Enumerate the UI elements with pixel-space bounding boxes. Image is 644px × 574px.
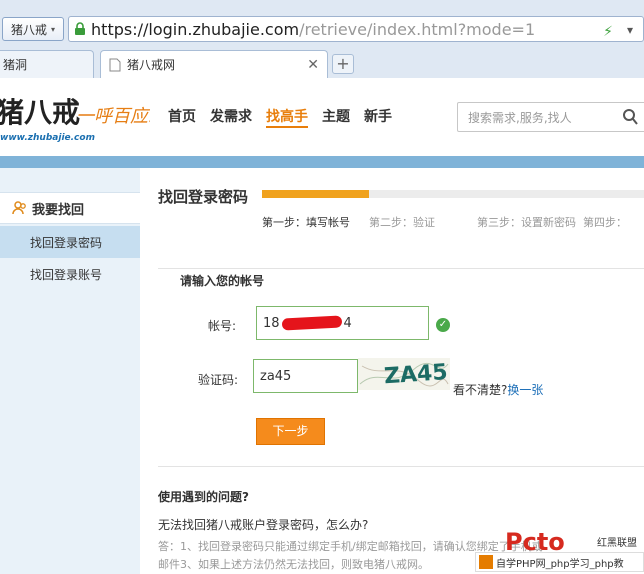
main-nav: 首页 发需求 找高手 主题 新手 xyxy=(168,106,392,128)
nav-topics[interactable]: 主题 xyxy=(322,106,350,128)
watermark-banner: 自学PHP网_php学习_php教 xyxy=(475,552,644,572)
php-icon xyxy=(479,555,493,569)
step-2: 第二步：验证 xyxy=(369,216,435,229)
sidebar-title: 我要找回 xyxy=(0,192,140,224)
captcha-input[interactable]: za45 xyxy=(253,359,358,393)
sidebar-item-label: 找回登录密码 xyxy=(30,235,103,250)
site-button-label: 猪八戒 xyxy=(11,22,48,37)
chevron-down-icon[interactable]: ▾ xyxy=(627,23,633,37)
step-list: 第一步：填写帐号 第二步：验证 第三步：设置新密码 第四步： xyxy=(262,214,644,230)
lightning-icon[interactable]: ⚡ xyxy=(603,24,613,40)
watermark-logo: Pcto 红黑联盟 xyxy=(505,528,637,554)
url-input[interactable]: https://login.zhubajie.com/retrieve/inde… xyxy=(68,16,644,42)
nav-find-expert[interactable]: 找高手 xyxy=(266,106,308,128)
account-label: 帐号: xyxy=(208,319,237,333)
watermark: Pcto 红黑联盟 自学PHP网_php学习_php教 xyxy=(475,528,644,574)
search-placeholder: 搜索需求,服务,找人 xyxy=(468,110,572,125)
page-title: 找回登录密码 xyxy=(158,188,249,206)
sidebar-title-label: 我要找回 xyxy=(32,202,85,218)
new-tab-button[interactable]: + xyxy=(332,54,354,74)
account-value-prefix: 18 xyxy=(263,315,280,331)
account-value-suffix: 4 xyxy=(343,315,352,331)
search-input[interactable]: 搜索需求,服务,找人 xyxy=(457,102,644,132)
refresh-prefix: 看不清楚? xyxy=(453,383,508,397)
check-icon: ✓ xyxy=(436,318,450,332)
divider xyxy=(158,466,644,467)
divider xyxy=(158,268,644,269)
search-icon[interactable] xyxy=(622,108,638,126)
page-icon xyxy=(109,58,121,71)
step-1: 第一步：填写帐号 xyxy=(262,216,350,229)
browser-chrome: 猪八戒 ▾ https://login.zhubajie.com/retriev… xyxy=(0,0,644,78)
sidebar-item-retrieve-account[interactable]: 找回登录账号 xyxy=(0,258,140,290)
svg-text:Pcto: Pcto xyxy=(505,528,565,554)
sidebar-item-label: 找回登录账号 xyxy=(30,267,103,282)
next-step-button[interactable]: 下一步 xyxy=(256,418,325,445)
logo-slogan: 一呼百应! xyxy=(76,106,150,127)
tab-label: 猪洞 xyxy=(3,58,28,72)
zhubajie-logo[interactable]: 猪八戒 www.zhubajie.com 一呼百应! xyxy=(0,88,150,148)
site-button[interactable]: 猪八戒 ▾ xyxy=(2,17,65,41)
tab-strip: 猪洞 猪八戒网 ✕ + xyxy=(0,48,644,78)
watermark-banner-text: 自学PHP网_php学习_php教 xyxy=(496,558,624,570)
sidebar-item-retrieve-password[interactable]: 找回登录密码 xyxy=(0,226,140,258)
nav-home[interactable]: 首页 xyxy=(168,106,196,128)
redacted-mark xyxy=(281,315,342,331)
account-input[interactable]: 18 4 xyxy=(256,306,429,340)
lock-icon xyxy=(75,22,86,35)
section-label: 请输入您的帐号 xyxy=(180,274,265,288)
users-icon xyxy=(12,201,26,215)
refresh-link[interactable]: 换一张 xyxy=(507,383,543,397)
tab-label: 猪八戒网 xyxy=(127,58,176,72)
close-icon[interactable]: ✕ xyxy=(307,57,319,73)
captcha-refresh: 看不清楚?换一张 xyxy=(453,381,543,398)
captcha-image-text: ZA45 xyxy=(383,360,448,389)
progress-fill xyxy=(262,190,369,198)
address-bar: 猪八戒 ▾ https://login.zhubajie.com/retriev… xyxy=(0,14,644,44)
svg-text:猪八戒: 猪八戒 xyxy=(0,96,80,129)
step-3: 第三步：设置新密码 xyxy=(477,216,576,229)
tab-2[interactable]: 猪八戒网 ✕ xyxy=(100,50,328,78)
chevron-down-icon: ▾ xyxy=(51,24,56,34)
sidebar: 我要找回 找回登录密码 找回登录账号 xyxy=(0,168,140,574)
tab-1[interactable]: 猪洞 xyxy=(0,50,94,78)
url-path: /retrieve/index.html?mode=1 xyxy=(299,19,536,39)
captcha-label: 验证码: xyxy=(198,373,239,387)
header-divider-bar xyxy=(0,156,644,168)
faq-title: 使用遇到的问题? xyxy=(158,490,249,504)
logo-domain: www.zhubajie.com xyxy=(0,133,95,143)
svg-text:红黑联盟: 红黑联盟 xyxy=(597,536,637,549)
site-header: 猪八戒 www.zhubajie.com 一呼百应! 首页 发需求 找高手 主题… xyxy=(0,78,644,156)
nav-post-demand[interactable]: 发需求 xyxy=(210,106,252,128)
captcha-value: za45 xyxy=(260,368,292,384)
captcha-image[interactable]: ZA45 xyxy=(358,358,450,390)
url-host: https://login.zhubajie.com xyxy=(91,19,300,39)
faq-question: 无法找回猪八戒账户登录密码，怎么办? xyxy=(158,518,369,532)
step-4: 第四步： xyxy=(583,216,627,229)
nav-newbie[interactable]: 新手 xyxy=(364,106,392,128)
